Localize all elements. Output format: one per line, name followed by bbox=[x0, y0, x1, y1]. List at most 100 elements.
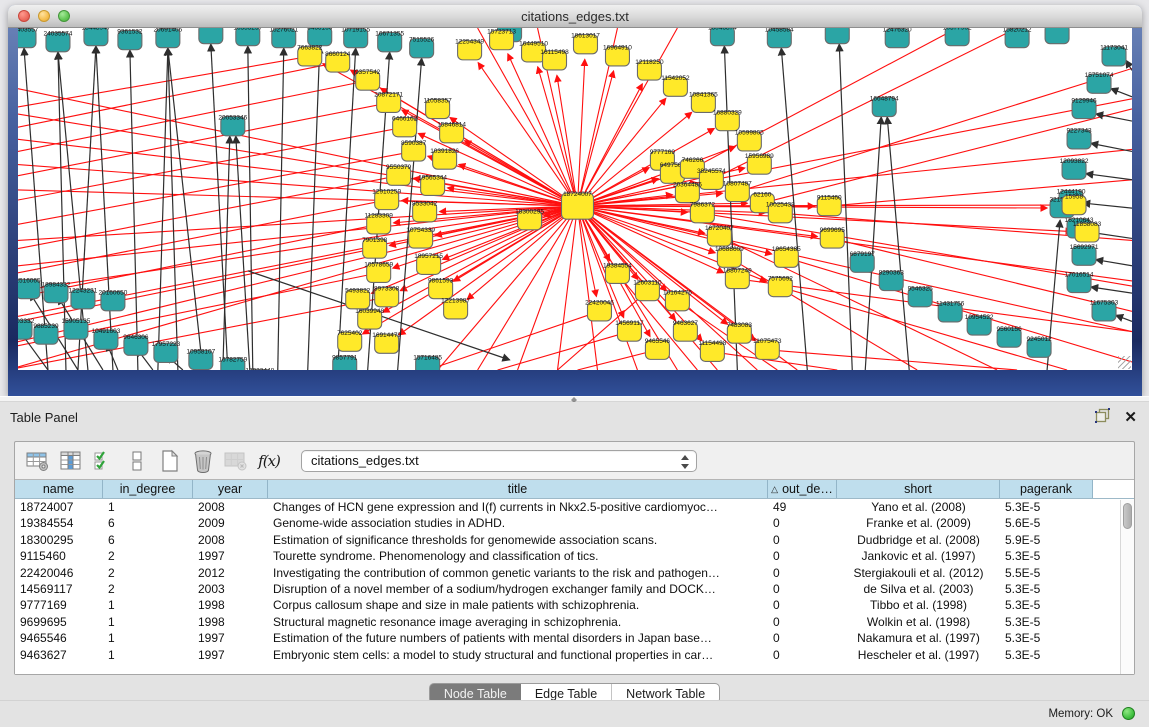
cell-title[interactable]: Embryonic stem cells: a model to study s… bbox=[268, 647, 768, 663]
cell-title[interactable]: Corpus callosum shape and size in male p… bbox=[268, 597, 768, 613]
column-header-in_degree[interactable]: in_degree bbox=[103, 480, 193, 498]
cell-year[interactable]: 1997 bbox=[193, 548, 268, 564]
graph-edge[interactable] bbox=[1091, 287, 1132, 293]
graph-edge[interactable] bbox=[248, 46, 253, 370]
cell-short[interactable]: Franke et al. (2009) bbox=[837, 515, 1000, 531]
delete-columns-button[interactable] bbox=[188, 447, 218, 475]
cell-name[interactable]: 19384554 bbox=[15, 515, 103, 531]
graph-node[interactable] bbox=[1045, 28, 1069, 44]
table-row[interactable]: 1872400712008Changes of HCN gene express… bbox=[15, 499, 1134, 515]
cell-short[interactable]: Stergiakouli et al. (2012) bbox=[837, 565, 1000, 581]
cell-pagerank[interactable]: 5.3E-5 bbox=[1000, 614, 1093, 630]
cell-title[interactable]: Tourette syndrome. Phenomenology and cla… bbox=[268, 548, 768, 564]
network-window-titlebar[interactable]: citations_edges.txt bbox=[8, 5, 1142, 28]
cell-pagerank[interactable]: 5.5E-5 bbox=[1000, 565, 1093, 581]
graph-edge[interactable] bbox=[887, 117, 909, 370]
close-panel-icon[interactable]: ✕ bbox=[1124, 410, 1137, 426]
table-row[interactable]: 1456911722003Disruption of a novel membe… bbox=[15, 581, 1134, 597]
column-header-name[interactable]: name bbox=[15, 480, 103, 498]
cell-in_degree[interactable]: 1 bbox=[103, 647, 193, 663]
cell-year[interactable]: 2009 bbox=[193, 515, 268, 531]
cell-pagerank[interactable]: 5.3E-5 bbox=[1000, 581, 1093, 597]
cell-title[interactable]: Estimation of the future numbers of pati… bbox=[268, 630, 768, 646]
table-row[interactable]: 946362711997Embryonic stem cells: a mode… bbox=[15, 647, 1134, 663]
cell-pagerank[interactable]: 5.3E-5 bbox=[1000, 548, 1093, 564]
graph-edge[interactable] bbox=[1091, 143, 1132, 151]
column-header-out_degree[interactable]: △out_de… bbox=[768, 480, 837, 498]
cell-short[interactable]: Tibbo et al. (1998) bbox=[837, 597, 1000, 613]
graph-edge[interactable] bbox=[1116, 315, 1132, 321]
graph-edge[interactable] bbox=[18, 224, 379, 297]
cell-in_degree[interactable]: 1 bbox=[103, 597, 193, 613]
cell-name[interactable]: 9115460 bbox=[15, 548, 103, 564]
graph-edge[interactable] bbox=[278, 48, 284, 370]
graph-edge[interactable] bbox=[558, 206, 578, 370]
cell-in_degree[interactable]: 2 bbox=[103, 581, 193, 597]
cell-year[interactable]: 1998 bbox=[193, 614, 268, 630]
cell-title[interactable]: Investigating the contribution of common… bbox=[268, 565, 768, 581]
cell-in_degree[interactable]: 1 bbox=[103, 630, 193, 646]
cell-out_degree[interactable]: 0 bbox=[768, 647, 837, 663]
cell-short[interactable]: Jankovic et al. (1997) bbox=[837, 548, 1000, 564]
cell-in_degree[interactable]: 2 bbox=[103, 565, 193, 581]
cell-pagerank[interactable]: 5.6E-5 bbox=[1000, 515, 1093, 531]
cell-short[interactable]: Hescheler et al. (1997) bbox=[837, 647, 1000, 663]
table-row[interactable]: 1938455462009Genome-wide association stu… bbox=[15, 515, 1134, 531]
column-header-year[interactable]: year bbox=[193, 480, 268, 498]
graph-edge[interactable] bbox=[577, 206, 637, 370]
table-row[interactable]: 946554611997Estimation of the future num… bbox=[15, 630, 1134, 646]
cell-out_degree[interactable]: 0 bbox=[768, 597, 837, 613]
graph-edge[interactable] bbox=[508, 54, 578, 206]
graph-node[interactable] bbox=[825, 28, 849, 44]
cell-title[interactable]: Structural magnetic resonance image aver… bbox=[268, 614, 768, 630]
graph-edge[interactable] bbox=[18, 56, 310, 107]
table-row[interactable]: 2242004622012Investigating the contribut… bbox=[15, 565, 1134, 581]
cell-out_degree[interactable]: 0 bbox=[768, 532, 837, 548]
cell-title[interactable]: Genome-wide association studies in ADHD. bbox=[268, 515, 768, 531]
cell-name[interactable]: 9463627 bbox=[15, 647, 103, 663]
graph-edge[interactable] bbox=[211, 44, 228, 370]
cell-pagerank[interactable]: 5.9E-5 bbox=[1000, 532, 1093, 548]
cell-name[interactable]: 18724007 bbox=[15, 499, 103, 515]
cell-in_degree[interactable]: 6 bbox=[103, 532, 193, 548]
graph-edge[interactable] bbox=[1111, 89, 1132, 97]
table-row[interactable]: 969969511998Structural magnetic resonanc… bbox=[15, 614, 1134, 630]
cell-in_degree[interactable]: 1 bbox=[103, 499, 193, 515]
graph-edge[interactable] bbox=[18, 206, 577, 291]
table-mode-button[interactable] bbox=[23, 447, 53, 475]
graph-edge[interactable] bbox=[383, 206, 578, 312]
cell-pagerank[interactable]: 5.3E-5 bbox=[1000, 630, 1093, 646]
cell-in_degree[interactable]: 2 bbox=[103, 548, 193, 564]
table-selector-dropdown[interactable]: citations_edges.txt bbox=[301, 450, 697, 472]
table-row[interactable]: 911546021997Tourette syndrome. Phenomeno… bbox=[15, 548, 1134, 564]
cell-out_degree[interactable]: 0 bbox=[768, 630, 837, 646]
cell-name[interactable]: 9777169 bbox=[15, 597, 103, 613]
table-scrollbar-thumb[interactable] bbox=[1123, 503, 1132, 529]
column-header-short[interactable]: short bbox=[837, 480, 1000, 498]
cell-year[interactable]: 2008 bbox=[193, 532, 268, 548]
cell-name[interactable]: 9699695 bbox=[15, 614, 103, 630]
cell-year[interactable]: 1997 bbox=[193, 647, 268, 663]
graph-node[interactable] bbox=[199, 28, 223, 44]
show-columns-button[interactable] bbox=[56, 447, 86, 475]
cell-pagerank[interactable]: 5.3E-5 bbox=[1000, 499, 1093, 515]
cell-name[interactable]: 22420046 bbox=[15, 565, 103, 581]
graph-edge[interactable] bbox=[158, 48, 168, 370]
cell-out_degree[interactable]: 0 bbox=[768, 515, 837, 531]
graph-edge[interactable] bbox=[1083, 203, 1132, 208]
cell-year[interactable]: 1998 bbox=[193, 597, 268, 613]
function-builder-button[interactable]: f(x) bbox=[254, 447, 284, 475]
cell-out_degree[interactable]: 0 bbox=[768, 565, 837, 581]
clear-selection-button[interactable] bbox=[122, 447, 152, 475]
cell-short[interactable]: Wolkin et al. (1998) bbox=[837, 614, 1000, 630]
cell-out_degree[interactable]: 49 bbox=[768, 499, 837, 515]
cell-short[interactable]: Yano et al. (2008) bbox=[837, 499, 1000, 515]
table-scrollbar[interactable] bbox=[1120, 500, 1134, 674]
graph-edge[interactable] bbox=[18, 62, 338, 127]
cell-year[interactable]: 2012 bbox=[193, 565, 268, 581]
cell-name[interactable]: 9465546 bbox=[15, 630, 103, 646]
graph-edge[interactable] bbox=[18, 206, 577, 342]
float-panel-icon[interactable] bbox=[1095, 408, 1110, 428]
canvas-resize-grip[interactable] bbox=[1118, 356, 1131, 369]
cell-in_degree[interactable]: 6 bbox=[103, 515, 193, 531]
